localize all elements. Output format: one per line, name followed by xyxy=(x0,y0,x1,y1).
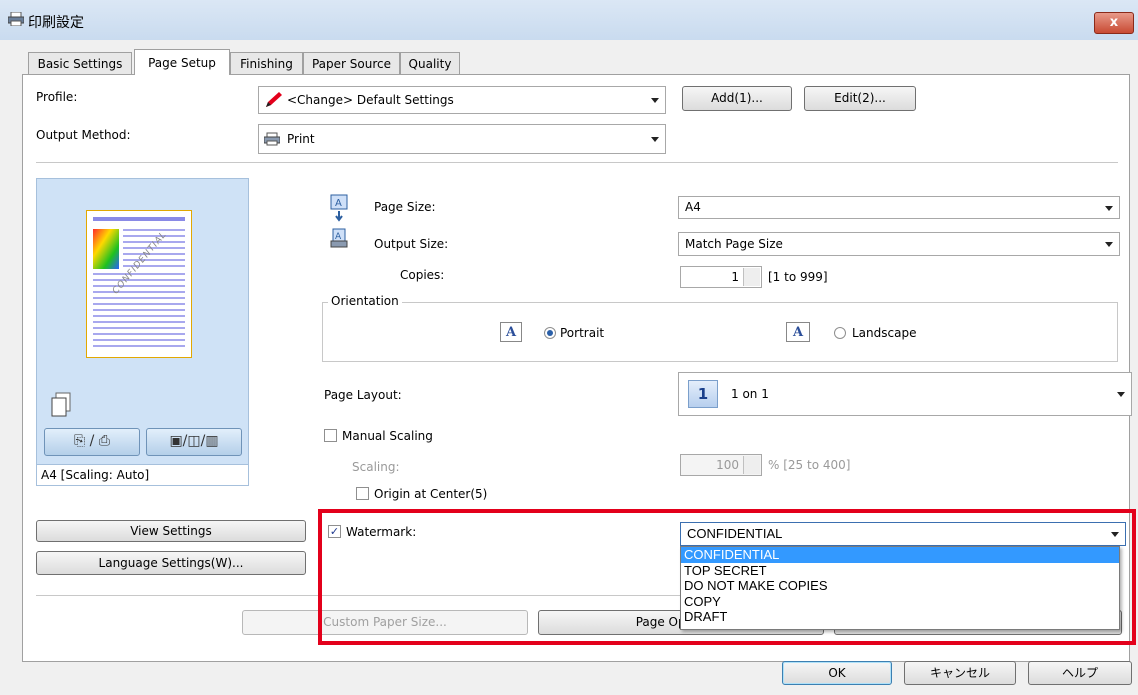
chevron-down-icon xyxy=(651,98,659,103)
origin-center-checkbox[interactable] xyxy=(356,487,369,500)
booklet-icon: ⎘ / ⎙ xyxy=(73,433,111,449)
page-size-select[interactable]: A4 xyxy=(678,196,1120,219)
copies-label: Copies: xyxy=(400,268,445,282)
chevron-down-icon xyxy=(1111,532,1119,537)
custom-paper-size-button[interactable]: Custom Paper Size... xyxy=(242,610,528,635)
manual-scaling-checkbox[interactable] xyxy=(324,429,337,442)
chevron-down-icon xyxy=(1117,392,1125,397)
tab-page-setup[interactable]: Page Setup xyxy=(134,49,230,75)
language-settings-button[interactable]: Language Settings(W)... xyxy=(36,551,306,575)
cancel-button[interactable]: キャンセル xyxy=(904,661,1016,685)
watermark-select[interactable]: CONFIDENTIAL xyxy=(680,522,1126,546)
svg-text:A: A xyxy=(335,198,342,209)
pencil-icon xyxy=(264,91,284,112)
page-layout-label: Page Layout: xyxy=(324,388,402,402)
chevron-down-icon xyxy=(1105,242,1113,247)
tab-quality[interactable]: Quality xyxy=(400,52,460,74)
tab-finishing[interactable]: Finishing xyxy=(230,52,303,74)
profile-value: <Change> Default Settings xyxy=(287,93,454,107)
output-method-value: Print xyxy=(287,132,315,146)
watermark-option[interactable]: COPY xyxy=(681,594,1119,610)
separator xyxy=(36,162,1118,163)
orientation-title: Orientation xyxy=(328,294,402,308)
watermark-option[interactable]: TOP SECRET xyxy=(681,563,1119,579)
copies-range: [1 to 999] xyxy=(768,270,828,284)
profile-label: Profile: xyxy=(36,90,78,104)
copies-value: 1 xyxy=(731,270,739,284)
watermark-option[interactable]: CONFIDENTIAL xyxy=(681,547,1119,563)
page-layout-value: 1 on 1 xyxy=(731,387,769,401)
landscape-label: Landscape xyxy=(852,326,917,340)
output-size-icon: A xyxy=(330,228,348,253)
preview-caption: A4 [Scaling: Auto] xyxy=(36,464,249,486)
profile-select[interactable]: <Change> Default Settings xyxy=(258,86,666,114)
title-bar xyxy=(0,0,1138,41)
origin-center-label: Origin at Center(5) xyxy=(374,487,488,501)
chevron-down-icon xyxy=(651,137,659,142)
watermark-checkbox[interactable]: ✓ xyxy=(328,525,341,538)
layout-number-icon: 1 xyxy=(688,380,718,408)
watermark-option[interactable]: DRAFT xyxy=(681,609,1119,625)
scaling-label: Scaling: xyxy=(352,460,400,474)
output-method-select[interactable]: Print xyxy=(258,124,666,154)
ok-button[interactable]: OK xyxy=(782,661,892,685)
output-size-select[interactable]: Match Page Size xyxy=(678,232,1120,256)
spin-updown-icon[interactable] xyxy=(743,268,760,286)
portrait-icon: A xyxy=(500,322,522,342)
landscape-radio[interactable] xyxy=(834,327,846,339)
duplex-layout-button[interactable]: ⎘ / ⎙ xyxy=(44,428,140,456)
page-size-label: Page Size: xyxy=(374,200,436,214)
color-page-icon: ▣/◫/▥ xyxy=(169,433,219,449)
watermark-dropdown-list: CONFIDENTIAL TOP SECRET DO NOT MAKE COPI… xyxy=(680,546,1120,630)
scaling-range: % [25 to 400] xyxy=(768,458,851,472)
add-profile-button[interactable]: Add(1)... xyxy=(682,86,792,111)
color-mode-button[interactable]: ▣/◫/▥ xyxy=(146,428,242,456)
copies-stepper[interactable]: 1 xyxy=(680,266,762,288)
printer-icon xyxy=(7,11,25,27)
page-layout-select[interactable]: 1 on 1 xyxy=(678,372,1132,416)
page-size-value: A4 xyxy=(685,200,701,214)
preview-page xyxy=(86,210,192,358)
view-settings-button[interactable]: View Settings xyxy=(36,520,306,542)
tab-paper-source[interactable]: Paper Source xyxy=(303,52,400,74)
help-button[interactable]: ヘルプ xyxy=(1028,661,1132,685)
watermark-label: Watermark: xyxy=(346,525,417,539)
chevron-down-icon xyxy=(1105,205,1113,211)
output-size-value: Match Page Size xyxy=(685,237,783,251)
watermark-option[interactable]: DO NOT MAKE COPIES xyxy=(681,578,1119,594)
output-size-label: Output Size: xyxy=(374,237,449,251)
portrait-radio[interactable] xyxy=(544,327,556,339)
edit-profile-button[interactable]: Edit(2)... xyxy=(804,86,916,111)
copies-stack-icon xyxy=(50,392,72,421)
output-method-label: Output Method: xyxy=(36,128,131,142)
spin-updown-icon[interactable] xyxy=(743,456,760,474)
scaling-stepper[interactable]: 100 xyxy=(680,454,762,476)
manual-scaling-label: Manual Scaling xyxy=(342,429,433,443)
portrait-label: Portrait xyxy=(560,326,605,340)
close-button[interactable]: x xyxy=(1094,12,1134,34)
landscape-icon: A xyxy=(786,322,810,342)
tab-basic-settings[interactable]: Basic Settings xyxy=(28,52,132,74)
scaling-value: 100 xyxy=(716,458,739,472)
window-title: 印刷設定 xyxy=(28,15,84,31)
page-size-icon: A xyxy=(330,194,348,231)
print-icon xyxy=(263,132,281,149)
orientation-group xyxy=(322,302,1118,362)
watermark-value: CONFIDENTIAL xyxy=(687,526,783,541)
